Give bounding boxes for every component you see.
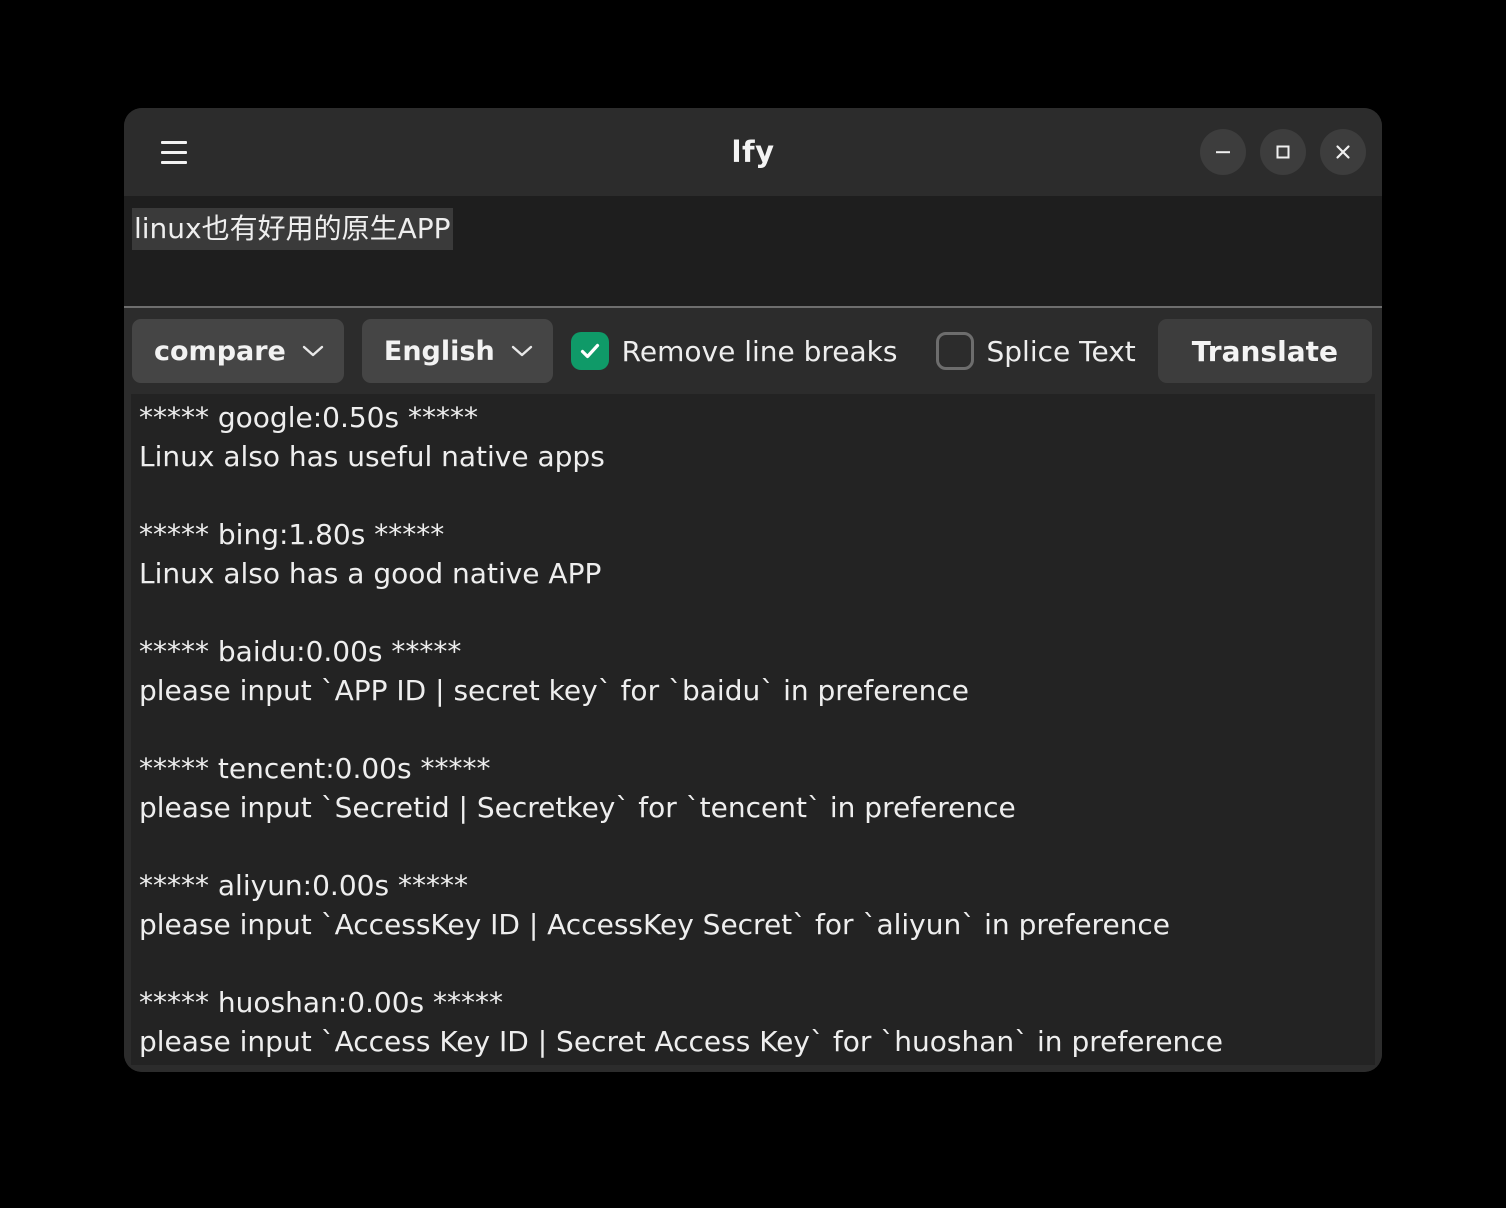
target-language-dropdown[interactable]: English: [361, 319, 553, 383]
minimize-icon: [1216, 151, 1230, 154]
result-blank-line: [131, 593, 1375, 632]
result-line: ***** google:0.50s *****: [139, 401, 478, 434]
result-line: ***** aliyun:0.00s *****: [139, 869, 468, 902]
result-line: ***** baidu:0.00s *****: [139, 635, 462, 668]
hamburger-line-3: [161, 160, 187, 164]
hamburger-line-1: [161, 140, 187, 144]
result-line: please input `APP ID | secret key` for `…: [139, 674, 970, 707]
result-blank-line: [131, 827, 1375, 866]
result-line: please input `Secretid | Secretkey` for …: [139, 791, 1016, 824]
window-title: lfy: [731, 135, 775, 169]
remove-line-breaks-checkbox[interactable]: Remove line breaks: [570, 332, 898, 370]
close-button[interactable]: [1320, 129, 1366, 175]
checkbox-checked-box: [570, 332, 609, 370]
maximize-button[interactable]: [1260, 129, 1306, 175]
minimize-button[interactable]: [1200, 129, 1246, 175]
result-line: please input `AccessKey ID | AccessKey S…: [139, 908, 1171, 941]
splice-text-label: Splice Text: [986, 334, 1136, 368]
chevron-down-icon: [511, 345, 532, 357]
translate-button-label: Translate: [1191, 334, 1338, 368]
result-line: Linux also has a good native APP: [139, 557, 602, 590]
result-blank-line: [131, 476, 1375, 515]
checkbox-unchecked-box: [935, 332, 974, 370]
result-line: ***** bing:1.80s *****: [139, 518, 445, 551]
desktop-background: lfy linux也有好用的原生APP compare English Remo…: [0, 0, 1506, 1208]
result-line: Linux also has useful native apps: [139, 440, 605, 473]
close-icon: [1336, 145, 1350, 159]
lfy-app-window: lfy linux也有好用的原生APP compare English Remo…: [124, 108, 1382, 1072]
translation-results[interactable]: ***** google:0.50s ***** Linux also has u…: [131, 394, 1375, 1065]
result-line: ***** tencent:0.00s *****: [139, 752, 491, 785]
splice-text-checkbox[interactable]: Splice Text: [935, 332, 1136, 370]
hamburger-menu-icon[interactable]: [150, 128, 198, 176]
translate-button[interactable]: Translate: [1157, 319, 1372, 383]
result-panel: ***** google:0.50s ***** Linux also has u…: [124, 394, 1382, 1072]
source-text-area[interactable]: linux也有好用的原生APP: [124, 196, 1382, 306]
toolbar: compare English Remove line breaks Splic…: [124, 308, 1382, 394]
result-blank-line: [131, 944, 1375, 983]
source-text-value[interactable]: linux也有好用的原生APP: [132, 208, 453, 250]
maximize-icon: [1276, 145, 1290, 159]
check-icon: [580, 343, 599, 359]
engine-mode-dropdown[interactable]: compare: [132, 319, 344, 383]
remove-line-breaks-label: Remove line breaks: [621, 334, 898, 368]
title-bar: lfy: [124, 108, 1382, 196]
result-line: ***** huoshan:0.00s *****: [139, 986, 504, 1019]
window-controls: [1200, 129, 1366, 175]
result-blank-line: [131, 710, 1375, 749]
result-line: please input `Access Key ID | Secret Acc…: [139, 1025, 1223, 1058]
engine-mode-value: compare: [154, 335, 286, 367]
target-language-value: English: [383, 335, 495, 367]
chevron-down-icon: [302, 345, 324, 357]
hamburger-line-2: [161, 150, 187, 154]
